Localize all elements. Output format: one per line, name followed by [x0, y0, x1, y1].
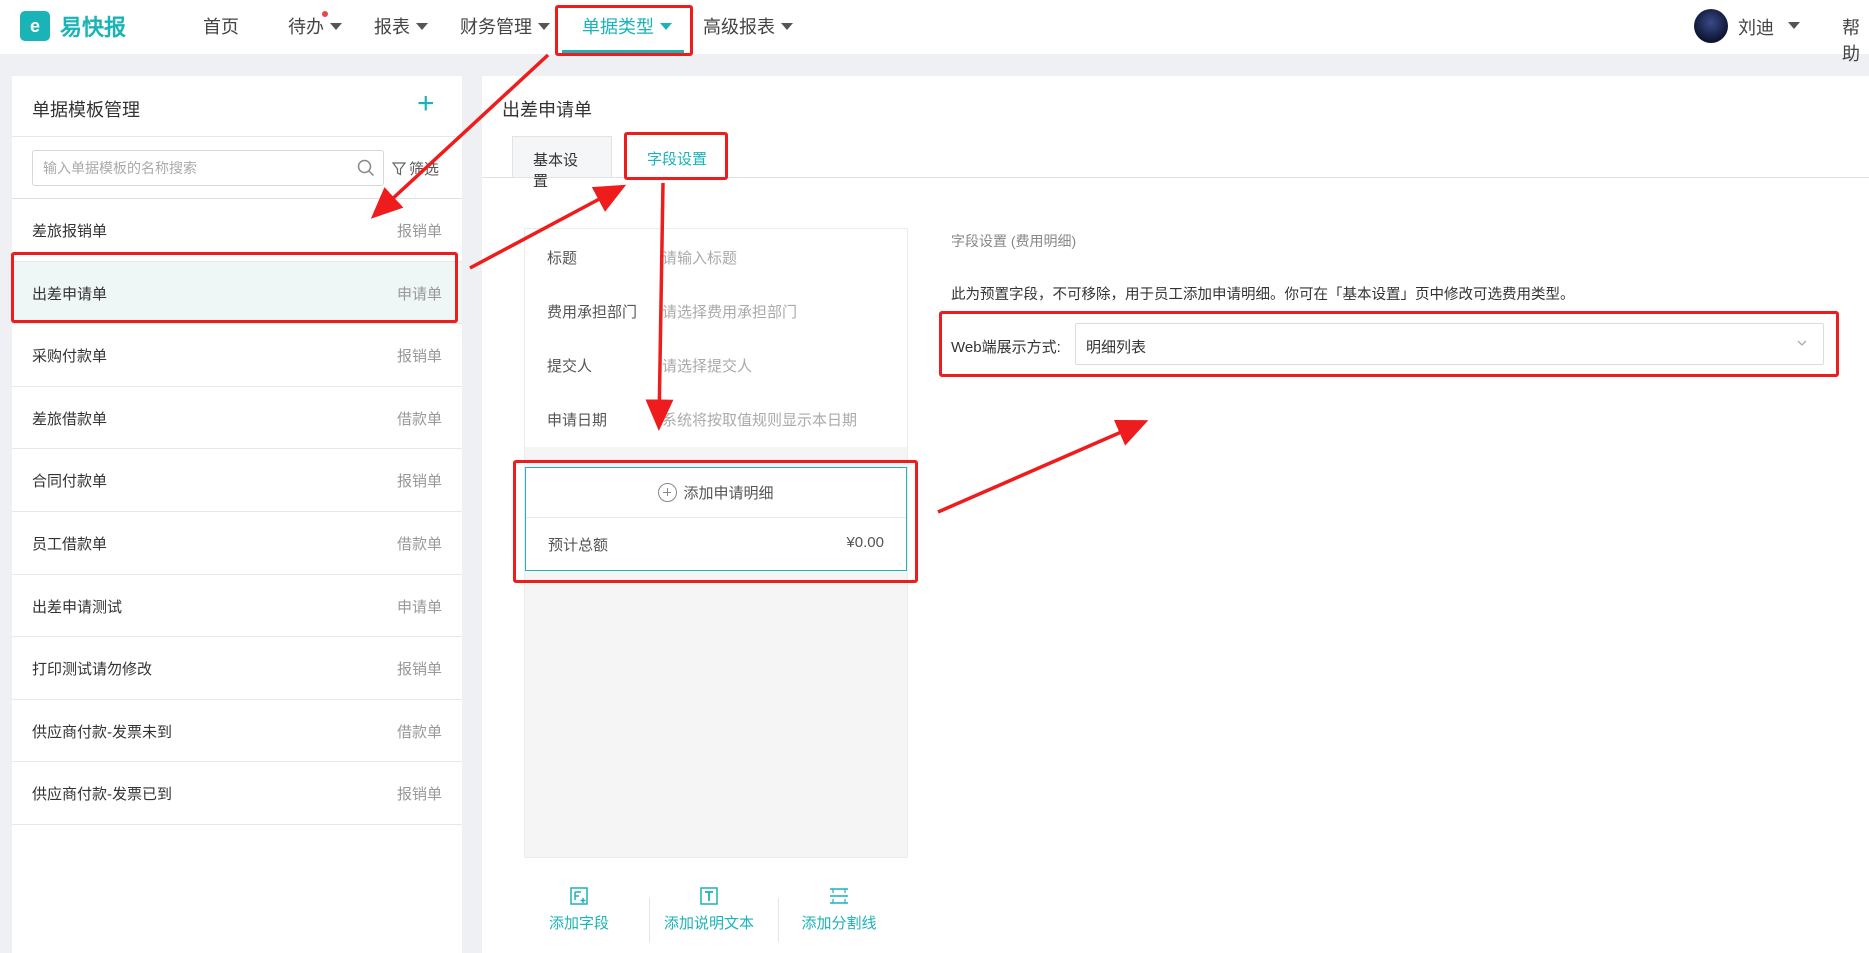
nav-label: 财务管理	[460, 17, 532, 37]
template-name: 差旅借款单	[32, 410, 108, 428]
highlight-box	[513, 460, 918, 583]
list-item[interactable]: 打印测试请勿修改 报销单	[12, 637, 462, 700]
field-placeholder: 请选择费用承担部门	[662, 304, 798, 321]
template-type: 报销单	[396, 348, 442, 366]
page-title: 出差申请单	[502, 100, 592, 120]
template-name: 出差申请测试	[32, 598, 123, 616]
tool-label: 添加字段	[548, 915, 609, 932]
nav-item-todo[interactable]: 待办	[288, 13, 342, 39]
field-label: 标题	[547, 250, 578, 267]
highlight-box	[624, 132, 728, 180]
chevron-down-icon[interactable]	[1788, 22, 1800, 29]
form-field-department[interactable]: 费用承担部门 请选择费用承担部门	[525, 283, 907, 337]
template-name: 供应商付款-发票已到	[32, 786, 172, 804]
template-type: 申请单	[396, 598, 442, 616]
nav-label: 待办	[288, 17, 324, 37]
highlight-box	[939, 311, 1839, 377]
nav-label: 高级报表	[703, 17, 775, 37]
filter-label: 筛选	[409, 161, 440, 178]
settings-title: 字段设置 (费用明细)	[951, 233, 1077, 249]
template-type: 报销单	[396, 786, 442, 804]
chevron-down-icon	[416, 22, 428, 30]
field-label: 费用承担部门	[547, 304, 638, 321]
divider	[778, 898, 779, 942]
tab-basic-settings[interactable]: 基本设置	[512, 136, 612, 190]
template-name: 员工借款单	[32, 535, 108, 553]
search-icon[interactable]	[357, 159, 375, 177]
text-icon	[700, 887, 718, 905]
form-fields-block: 标题 请输入标题 费用承担部门 请选择费用承担部门 提交人 请选择提交人 申请日期 系统…	[525, 229, 907, 447]
template-name: 差旅报销单	[32, 223, 108, 240]
template-type: 借款单	[396, 535, 442, 553]
user-name[interactable]: 刘迪	[1738, 14, 1774, 40]
template-name: 供应商付款-发票未到	[32, 723, 172, 741]
add-field-button[interactable]: 添加字段	[524, 886, 634, 933]
field-label: 提交人	[547, 358, 593, 375]
template-name: 合同付款单	[32, 473, 108, 491]
divider-icon	[830, 888, 848, 904]
list-item[interactable]: 供应商付款-发票未到 借款单	[12, 700, 462, 763]
nav-item-advanced-reports[interactable]: 高级报表	[703, 13, 793, 39]
help-link[interactable]: 帮助	[1842, 14, 1869, 66]
nav-item-home[interactable]: 首页	[203, 13, 239, 39]
logo-icon: e	[20, 11, 50, 41]
plus-icon[interactable]: +	[417, 89, 435, 119]
highlight-box	[555, 5, 693, 56]
search-field[interactable]	[32, 150, 384, 186]
list-item[interactable]: 员工借款单 借款单	[12, 512, 462, 575]
tool-label: 添加分割线	[801, 915, 877, 932]
template-name: 打印测试请勿修改	[32, 661, 153, 679]
divider	[12, 136, 462, 137]
template-type: 报销单	[396, 661, 442, 679]
template-name: 采购付款单	[32, 348, 108, 366]
list-item[interactable]: 出差申请测试 申请单	[12, 575, 462, 638]
field-toolbar: 添加字段 添加说明文本 添加分割线	[524, 886, 908, 946]
template-type: 借款单	[396, 410, 442, 428]
panel-title: 单据模板管理	[32, 100, 140, 120]
add-text-button[interactable]: 添加说明文本	[654, 886, 764, 933]
add-field-icon	[570, 887, 588, 905]
field-placeholder: 请输入标题	[662, 250, 738, 267]
field-label: 申请日期	[547, 412, 608, 429]
template-list-panel: 单据模板管理 + 筛选 差旅报销单报销单 出差申请单申请单 采购付款单报销单 差…	[12, 76, 462, 953]
chevron-down-icon	[330, 22, 342, 30]
nav-item-finance[interactable]: 财务管理	[460, 13, 550, 39]
avatar[interactable]	[1694, 9, 1728, 43]
search-input[interactable]	[33, 151, 343, 185]
field-placeholder: 请选择提交人	[662, 358, 753, 375]
nav-label: 报表	[374, 17, 410, 37]
list-item[interactable]: 合同付款单 报销单	[12, 449, 462, 512]
field-placeholder: 系统将按取值规则显示本日期	[662, 412, 858, 429]
app-name: 易快报	[60, 15, 127, 40]
filter-button[interactable]: 筛选	[392, 158, 439, 179]
template-type: 借款单	[396, 723, 442, 741]
tool-label: 添加说明文本	[663, 915, 754, 932]
list-item[interactable]: 差旅借款单 借款单	[12, 387, 462, 450]
nav-label: 首页	[203, 17, 239, 37]
top-navbar: e 易快报 首页 待办 报表 财务管理 单据类型 高级报表 刘迪 帮助	[0, 0, 1869, 64]
form-field-date[interactable]: 申请日期 系统将按取值规则显示本日期	[525, 391, 907, 445]
template-type: 报销单	[396, 473, 442, 491]
form-field-submitter[interactable]: 提交人 请选择提交人	[525, 337, 907, 391]
filter-icon	[392, 161, 406, 175]
settings-description: 此为预置字段，不可移除，用于员工添加申请明细。你可在「基本设置」页中修改可选费用…	[951, 287, 1575, 303]
list-item[interactable]: 采购付款单 报销单	[12, 324, 462, 387]
chevron-down-icon	[781, 22, 793, 30]
chevron-down-icon	[538, 22, 550, 30]
list-item[interactable]: 供应商付款-发票已到 报销单	[12, 762, 462, 825]
form-field-title[interactable]: 标题 请输入标题	[525, 229, 907, 283]
template-type: 报销单	[396, 223, 442, 240]
nav-item-reports[interactable]: 报表	[374, 13, 428, 39]
divider	[649, 898, 650, 942]
add-divider-button[interactable]: 添加分割线	[784, 886, 894, 933]
app-logo[interactable]: e 易快报	[20, 10, 126, 42]
notification-dot	[322, 11, 328, 17]
highlight-box	[11, 252, 458, 323]
